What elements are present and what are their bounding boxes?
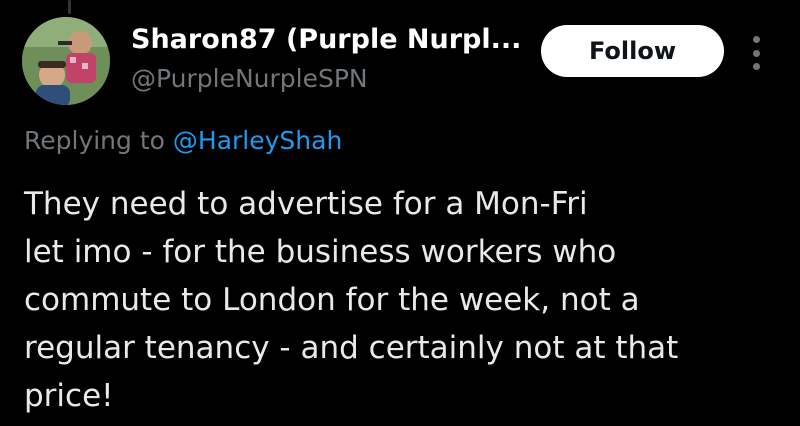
author-avatar[interactable] <box>22 17 110 105</box>
author-handle[interactable]: @PurpleNurpleSPN <box>131 64 368 94</box>
follow-button[interactable]: Follow <box>541 25 724 77</box>
replying-to-link[interactable]: @HarleyShah <box>173 126 342 155</box>
tweet-line: let imo - for the business workers who <box>24 234 617 270</box>
profile-photo-icon <box>22 17 110 105</box>
tweet-line: They need to advertise for a Mon-Fri <box>24 186 588 222</box>
more-dot <box>752 49 760 57</box>
author-display-name[interactable]: Sharon87 (Purple Nurpl... <box>131 23 521 57</box>
more-dot <box>752 36 760 43</box>
tweet-line: regular tenancy - and certainly not at t… <box>24 330 679 366</box>
tweet-line: price! <box>24 378 114 414</box>
more-options-icon[interactable] <box>746 36 766 70</box>
thread-connector-line <box>68 0 71 14</box>
tweet-line: commute to London for the week, not a <box>24 282 640 318</box>
replying-to-prefix: Replying to <box>24 126 173 155</box>
more-dot <box>752 63 760 70</box>
replying-to-line: Replying to @HarleyShah <box>24 124 342 158</box>
tweet-body: They need to advertise for a Mon-Fri let… <box>24 180 784 420</box>
